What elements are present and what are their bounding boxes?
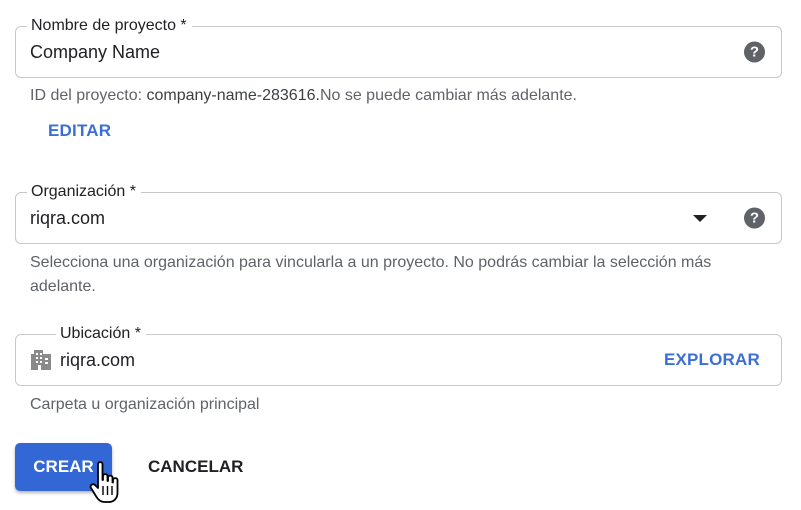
help-icon[interactable]: ? [744,41,765,63]
cancel-button[interactable]: CANCELAR [148,457,243,477]
organization-helper: Selecciona una organización para vincula… [30,254,712,295]
dropdown-arrow-icon[interactable] [693,215,707,222]
organization-label: Organización * [27,182,141,202]
project-name-label: Nombre de proyecto * [27,16,192,36]
project-id-prefix: ID del proyecto: [30,87,147,104]
hand-cursor-icon [89,461,119,503]
project-id-suffix: No se puede cambiar más adelante. [319,87,577,104]
project-id-value: company-name-283616. [146,87,320,104]
location-field[interactable]: Ubicación * riqra.com EXPLORAR [15,324,782,386]
edit-button[interactable]: EDITAR [48,121,111,141]
location-value[interactable]: riqra.com [60,349,135,371]
project-name-field[interactable]: Nombre de proyecto * Company Name ? [15,16,782,78]
browse-button[interactable]: EXPLORAR [664,350,760,370]
location-helper: Carpeta u organización principal [30,396,260,413]
location-label: Ubicación * [56,324,146,344]
project-id-text: ID del proyecto: company-name-283616.No … [30,84,577,108]
project-name-input[interactable]: Company Name [30,41,160,63]
organization-select[interactable]: riqra.com [30,207,105,229]
building-icon [31,350,51,370]
help-icon[interactable]: ? [744,207,765,229]
organization-field[interactable]: Organización * riqra.com ? [15,182,782,244]
